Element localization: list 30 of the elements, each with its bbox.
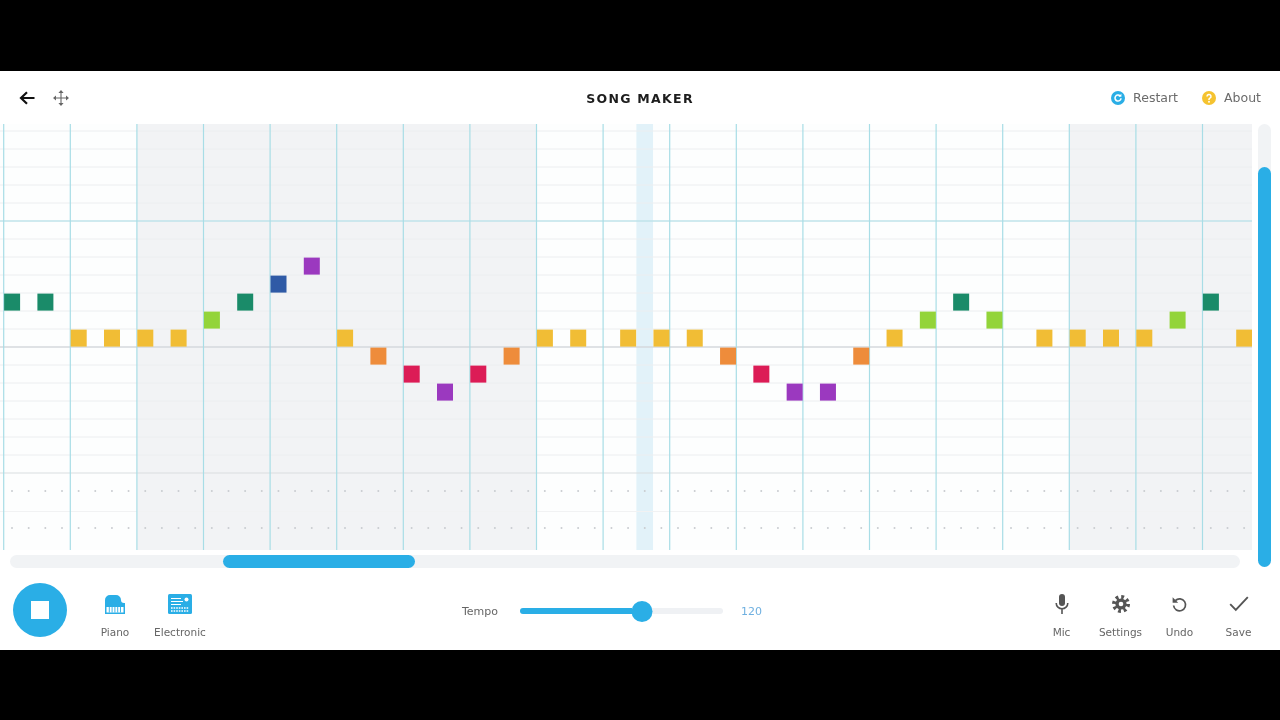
- undo-button[interactable]: Undo: [1150, 571, 1209, 639]
- stop-button[interactable]: [13, 583, 67, 637]
- slider-thumb[interactable]: [631, 600, 653, 622]
- app-title: SONG MAKER: [586, 91, 694, 106]
- settings-icon: [1111, 595, 1130, 613]
- back-button[interactable]: [19, 90, 35, 105]
- piano-icon: [103, 593, 127, 615]
- restart-button[interactable]: Restart: [1111, 90, 1179, 105]
- mic-button[interactable]: Mic: [1032, 571, 1091, 639]
- settings-button[interactable]: Settings: [1091, 571, 1150, 639]
- about-button[interactable]: About: [1202, 90, 1261, 105]
- horizontal-scrollbar-thumb[interactable]: [223, 555, 415, 568]
- synthesizer-icon: [168, 594, 192, 614]
- horizontal-scrollbar[interactable]: [10, 555, 1240, 568]
- move-icon: [53, 89, 69, 106]
- note-grid[interactable]: [0, 124, 1252, 550]
- undo-icon: [1171, 595, 1188, 613]
- refresh-icon: [1111, 90, 1126, 105]
- checkmark-icon: [1228, 596, 1249, 612]
- save-button[interactable]: Save: [1209, 571, 1268, 639]
- microphone-icon: [1054, 594, 1069, 614]
- instrument-button[interactable]: Piano: [83, 571, 147, 639]
- move-button[interactable]: [53, 89, 69, 106]
- help-icon: [1202, 90, 1217, 105]
- stop-icon: [31, 601, 49, 619]
- instrument-button[interactable]: Electronic: [148, 571, 212, 639]
- tempo-label: Tempo: [462, 604, 500, 618]
- tempo-value: 120: [741, 604, 762, 618]
- percussion-grid[interactable]: [11, 490, 1246, 529]
- back-arrow-icon: [19, 90, 35, 105]
